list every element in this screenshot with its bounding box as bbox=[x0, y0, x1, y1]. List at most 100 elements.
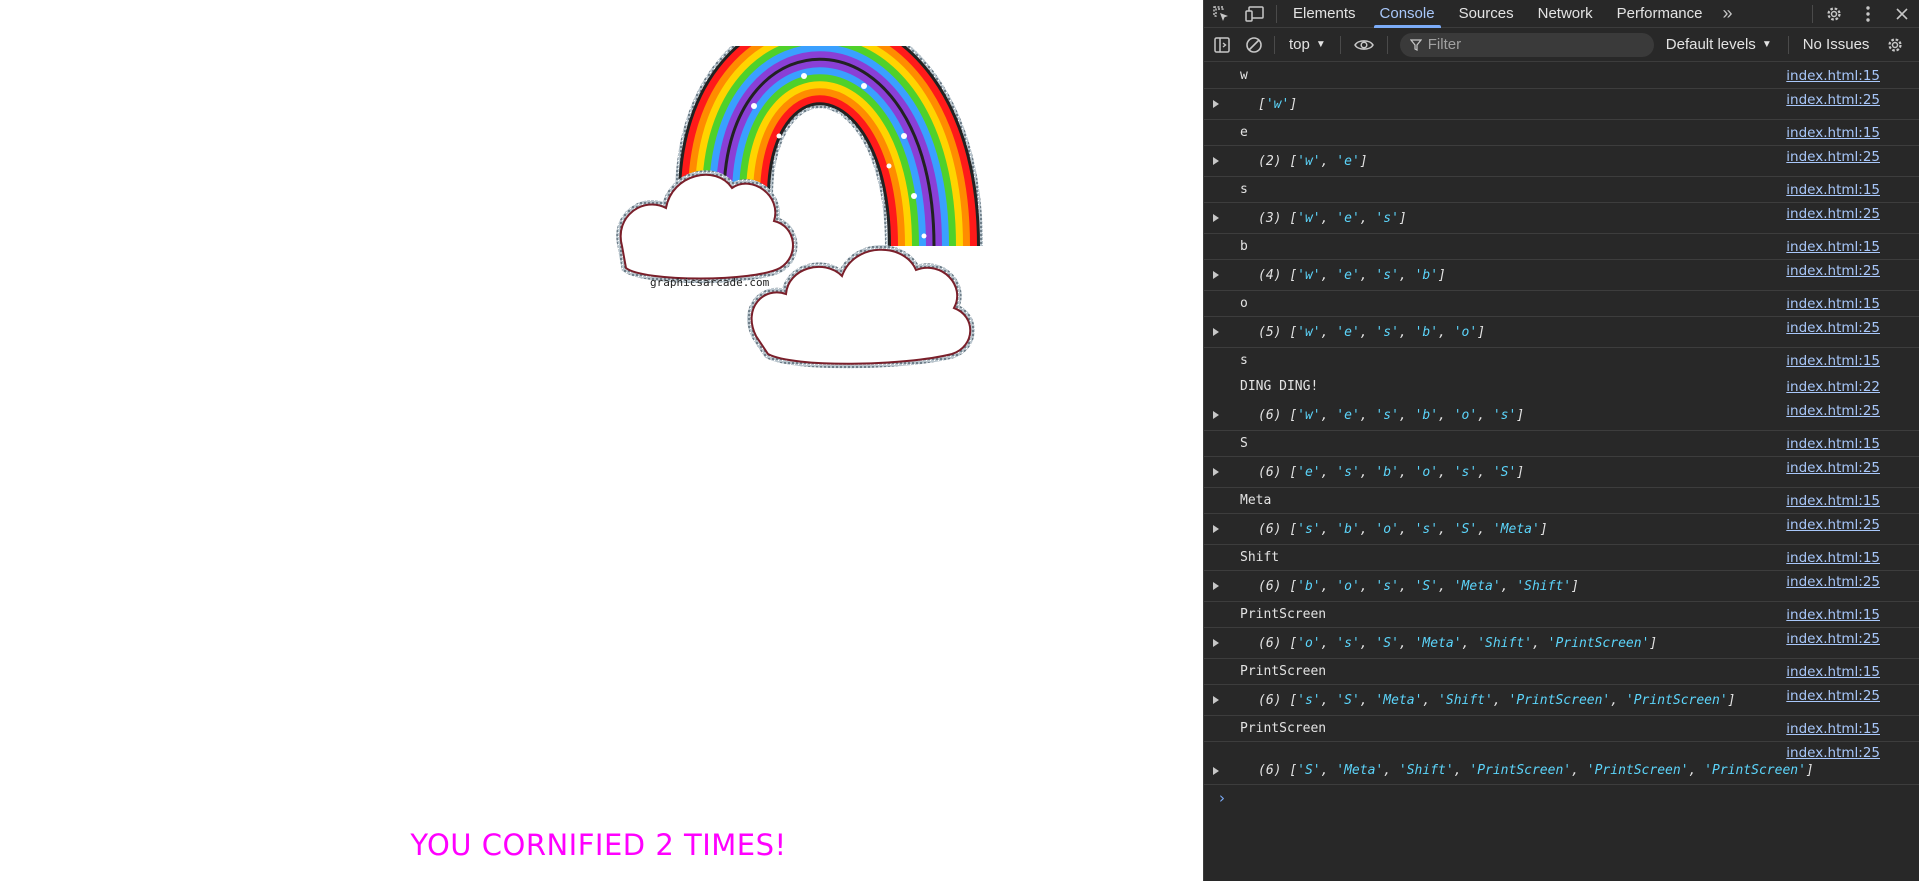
console-array-row[interactable]: (6) ['e', 's', 'b', 'o', 's', 'S'] index.… bbox=[1204, 457, 1919, 488]
expand-arrow-icon[interactable] bbox=[1213, 411, 1219, 419]
array-item: Shift bbox=[1524, 579, 1564, 594]
source-link[interactable]: index.html:25 bbox=[1786, 263, 1880, 279]
expand-arrow-icon[interactable] bbox=[1213, 328, 1219, 336]
issues-label: No Issues bbox=[1802, 36, 1870, 53]
source-link[interactable]: index.html:15 bbox=[1786, 550, 1880, 566]
console-array-row[interactable]: (3) ['w', 'e', 's'] index.html:25 bbox=[1204, 203, 1919, 234]
array-item: Shift bbox=[1406, 763, 1446, 778]
context-selector[interactable]: top ▼ bbox=[1279, 36, 1336, 53]
array-item: b bbox=[1344, 522, 1352, 537]
tab-performance[interactable]: Performance bbox=[1605, 0, 1715, 28]
array-length: (5) bbox=[1258, 325, 1282, 340]
source-link[interactable]: index.html:15 bbox=[1786, 125, 1880, 141]
source-link[interactable]: index.html:15 bbox=[1786, 664, 1880, 680]
source-link[interactable]: index.html:25 bbox=[1786, 745, 1880, 761]
console-log-row: w index.html:15 bbox=[1204, 63, 1919, 89]
array-item: w bbox=[1304, 408, 1313, 423]
filter-input[interactable] bbox=[1427, 36, 1628, 53]
settings-gear-icon[interactable] bbox=[1817, 0, 1851, 28]
tabbar-separator-right bbox=[1812, 4, 1813, 23]
web-page: graphicsarcade.com YOU CORNIFIED 2 TIMES… bbox=[0, 0, 1203, 881]
expand-arrow-icon[interactable] bbox=[1213, 271, 1219, 279]
source-link[interactable]: index.html:25 bbox=[1786, 403, 1880, 419]
live-expression-eye-icon[interactable] bbox=[1345, 28, 1383, 62]
close-devtools-icon[interactable] bbox=[1885, 0, 1919, 28]
source-link[interactable]: index.html:15 bbox=[1786, 296, 1880, 312]
array-item: PrintScreen bbox=[1516, 693, 1603, 708]
tab-sources[interactable]: Sources bbox=[1447, 0, 1526, 28]
log-levels-dropdown[interactable]: Default levels ▼ bbox=[1654, 36, 1784, 53]
tab-elements[interactable]: Elements bbox=[1281, 0, 1368, 28]
source-link[interactable]: index.html:25 bbox=[1786, 688, 1880, 704]
dropdown-arrow-icon: ▼ bbox=[1761, 39, 1772, 50]
source-link[interactable]: index.html:25 bbox=[1786, 92, 1880, 108]
array-item: s bbox=[1383, 268, 1392, 283]
source-link[interactable]: index.html:25 bbox=[1786, 517, 1880, 533]
array-item: Meta bbox=[1422, 636, 1454, 651]
source-link[interactable]: index.html:25 bbox=[1786, 460, 1880, 476]
source-link[interactable]: index.html:15 bbox=[1786, 436, 1880, 452]
expand-arrow-icon[interactable] bbox=[1213, 525, 1219, 533]
expand-arrow-icon[interactable] bbox=[1213, 582, 1219, 590]
array-item: S bbox=[1344, 693, 1352, 708]
source-link[interactable]: index.html:15 bbox=[1786, 68, 1880, 84]
source-link[interactable]: index.html:15 bbox=[1786, 721, 1880, 737]
source-link[interactable]: index.html:25 bbox=[1786, 631, 1880, 647]
expand-arrow-icon[interactable] bbox=[1213, 639, 1219, 647]
array-item: w bbox=[1304, 154, 1313, 169]
console-array-row[interactable]: (6) ['s', 'b', 'o', 's', 'S', 'Meta'] ind… bbox=[1204, 514, 1919, 545]
expand-arrow-icon[interactable] bbox=[1213, 214, 1219, 222]
source-link[interactable]: index.html:15 bbox=[1786, 182, 1880, 198]
console-array-row[interactable]: (5) ['w', 'e', 's', 'b', 'o'] index.html:… bbox=[1204, 317, 1919, 348]
more-tabs-button[interactable]: » bbox=[1715, 0, 1741, 28]
array-item: S bbox=[1304, 763, 1313, 778]
source-link[interactable]: index.html:15 bbox=[1786, 353, 1880, 369]
array-item: s bbox=[1383, 325, 1392, 340]
device-toolbar-icon[interactable] bbox=[1238, 0, 1272, 28]
source-link[interactable]: index.html:15 bbox=[1786, 607, 1880, 623]
tabbar-separator bbox=[1276, 4, 1277, 23]
console-log-row: o index.html:15 bbox=[1204, 291, 1919, 317]
console-array-row[interactable]: (4) ['w', 'e', 's', 'b'] index.html:25 bbox=[1204, 260, 1919, 291]
expand-arrow-icon[interactable] bbox=[1213, 767, 1219, 775]
source-link[interactable]: index.html:15 bbox=[1786, 493, 1880, 509]
tab-network[interactable]: Network bbox=[1526, 0, 1605, 28]
array-item: Meta bbox=[1500, 522, 1532, 537]
source-link[interactable]: index.html:25 bbox=[1786, 206, 1880, 222]
tab-console[interactable]: Console bbox=[1368, 0, 1447, 28]
console-toolbar: top ▼ Default levels ▼ No Issues bbox=[1204, 28, 1919, 62]
console-array-row[interactable]: (6) ['S', 'Meta', 'Shift', 'PrintScreen'… bbox=[1204, 742, 1919, 785]
expand-arrow-icon[interactable] bbox=[1213, 468, 1219, 476]
expand-arrow-icon[interactable] bbox=[1213, 696, 1219, 704]
rainbow-image: graphicsarcade.com bbox=[616, 46, 983, 369]
console-array-row[interactable]: (6) ['o', 's', 'S', 'Meta', 'Shift', 'Pr… bbox=[1204, 628, 1919, 659]
array-item: e bbox=[1344, 325, 1352, 340]
context-selector-label: top bbox=[1289, 36, 1310, 53]
console-array-row[interactable]: (6) ['b', 'o', 's', 'S', 'Meta', 'Shift'… bbox=[1204, 571, 1919, 602]
source-link[interactable]: index.html:25 bbox=[1786, 149, 1880, 165]
issues-counter[interactable]: No Issues bbox=[1793, 36, 1880, 53]
console-prompt[interactable]: › bbox=[1219, 789, 1919, 807]
expand-arrow-icon[interactable] bbox=[1213, 157, 1219, 165]
array-item: Meta bbox=[1344, 763, 1376, 778]
console-array-row[interactable]: (2) ['w', 'e'] index.html:25 bbox=[1204, 146, 1919, 177]
console-array-row[interactable]: (6) ['s', 'S', 'Meta', 'Shift', 'PrintSc… bbox=[1204, 685, 1919, 716]
console-settings-icon[interactable] bbox=[1879, 28, 1911, 62]
console-array-row[interactable]: (6) ['w', 'e', 's', 'b', 'o', 's'] index.… bbox=[1204, 400, 1919, 431]
expand-arrow-icon[interactable] bbox=[1213, 100, 1219, 108]
source-link[interactable]: index.html:25 bbox=[1786, 320, 1880, 336]
console-log-row: e index.html:15 bbox=[1204, 120, 1919, 146]
source-link[interactable]: index.html:25 bbox=[1786, 574, 1880, 590]
inspect-element-icon[interactable] bbox=[1204, 0, 1238, 28]
console-log-row: s index.html:15 bbox=[1204, 177, 1919, 203]
clear-console-icon[interactable] bbox=[1238, 28, 1270, 62]
source-link[interactable]: index.html:22 bbox=[1786, 379, 1880, 395]
console-array-row[interactable]: ['w'] index.html:25 bbox=[1204, 89, 1919, 120]
array-item: b bbox=[1304, 579, 1313, 594]
source-link[interactable]: index.html:15 bbox=[1786, 239, 1880, 255]
more-options-icon[interactable] bbox=[1851, 0, 1885, 28]
toggle-sidebar-icon[interactable] bbox=[1206, 28, 1238, 62]
array-item: s bbox=[1383, 211, 1392, 226]
console-log-row: Sindex.html:15 bbox=[1204, 431, 1919, 457]
toolbar-separator bbox=[1274, 35, 1275, 54]
